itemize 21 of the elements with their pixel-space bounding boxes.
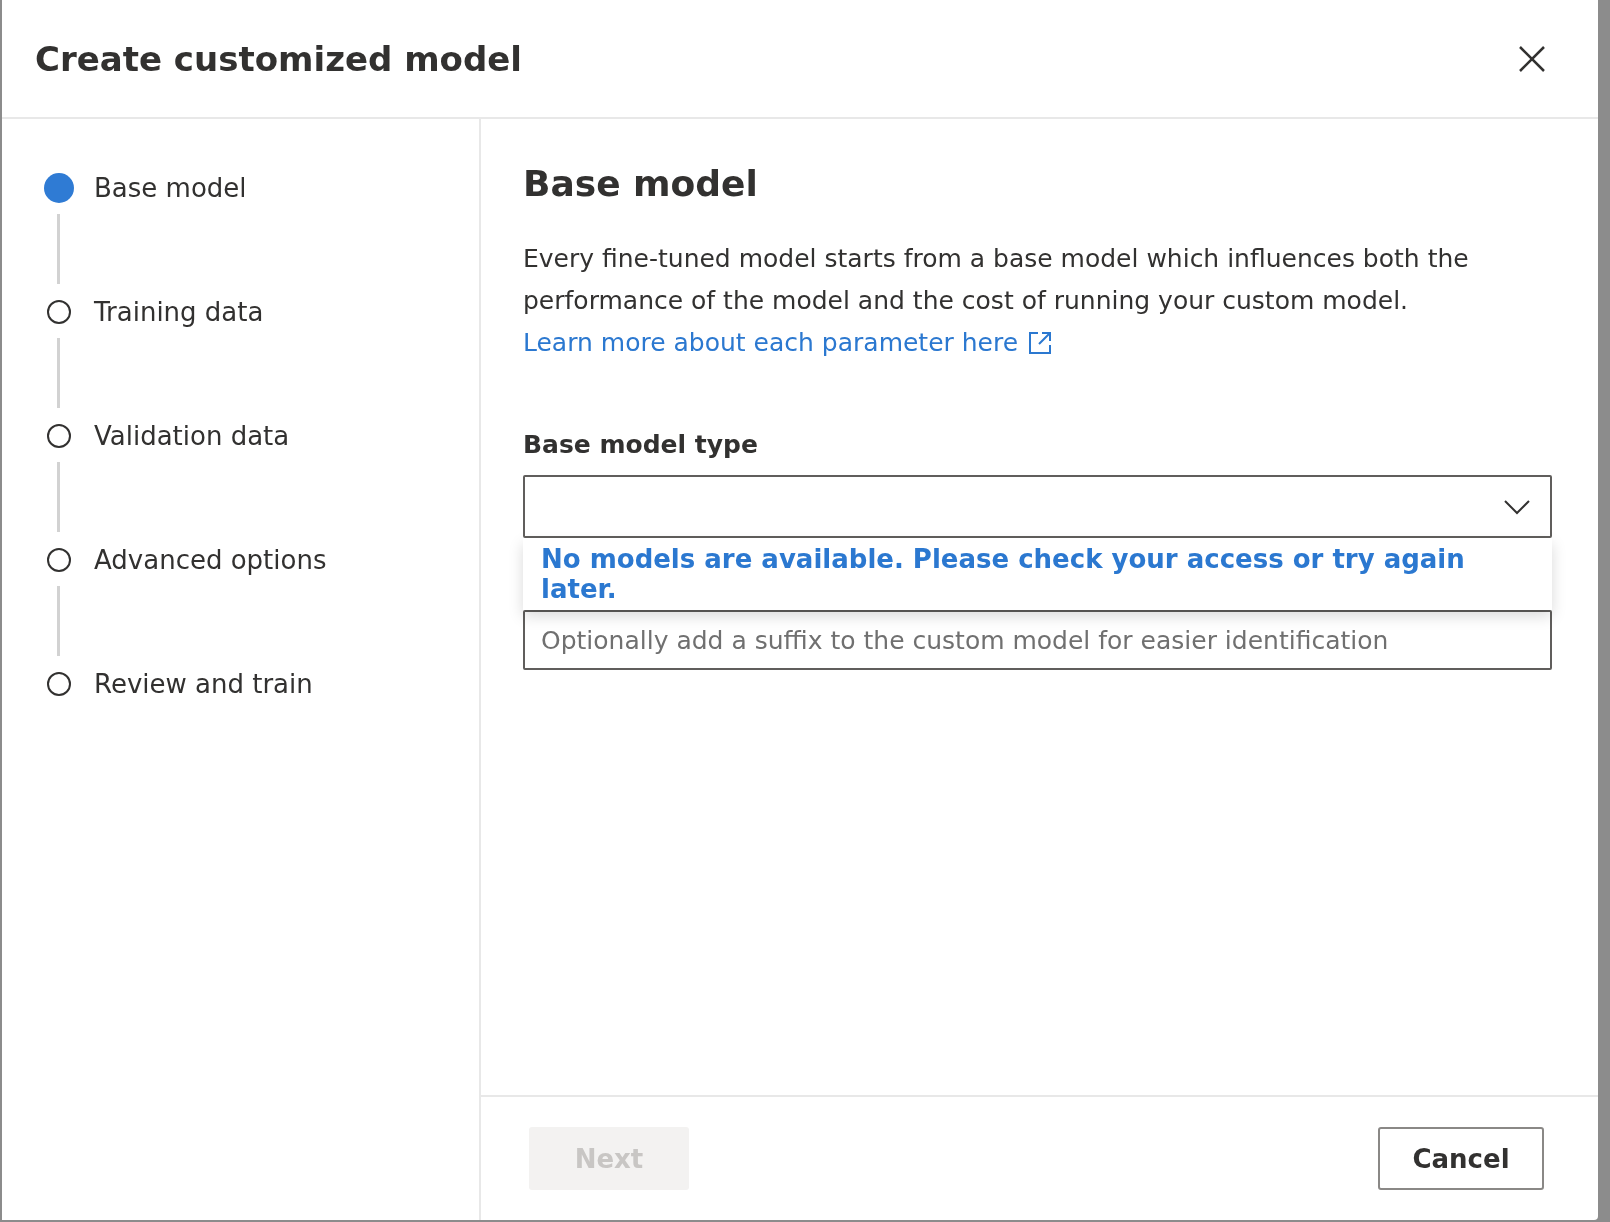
field-label: Base model type [523,430,759,459]
step-label[interactable]: Advanced options [94,545,327,575]
step-connector [57,214,60,284]
section-description: Every fine-tuned model starts from a base model which influences both the performance of the model and the cost of running your custom model. [523,243,1470,317]
step-label[interactable]: Review and train [94,669,313,699]
step-connector [57,586,60,656]
section-heading: Base model [523,163,759,204]
cancel-button[interactable]: Cancel [1378,1127,1544,1190]
step-label[interactable]: Base model [94,173,247,203]
suffix-input-field[interactable]: Optionally add a suffix to the custom model for easier identification [523,610,1552,670]
close-icon [1518,44,1546,73]
step-label[interactable]: Training data [94,297,264,327]
dropdown-message: No models are available. Please check your access or try again later. [523,538,1552,610]
base-model-dropdown[interactable] [523,475,1552,538]
step-connector [57,338,60,408]
step-connector [57,462,60,532]
chevron-down-icon [1504,498,1530,515]
step-label[interactable]: Validation data [94,421,290,451]
learn-more-link[interactable]: Learn more about each parameter here [523,322,1053,364]
external-link-icon [1028,331,1053,355]
dialog-title: Create customized model [35,38,523,79]
